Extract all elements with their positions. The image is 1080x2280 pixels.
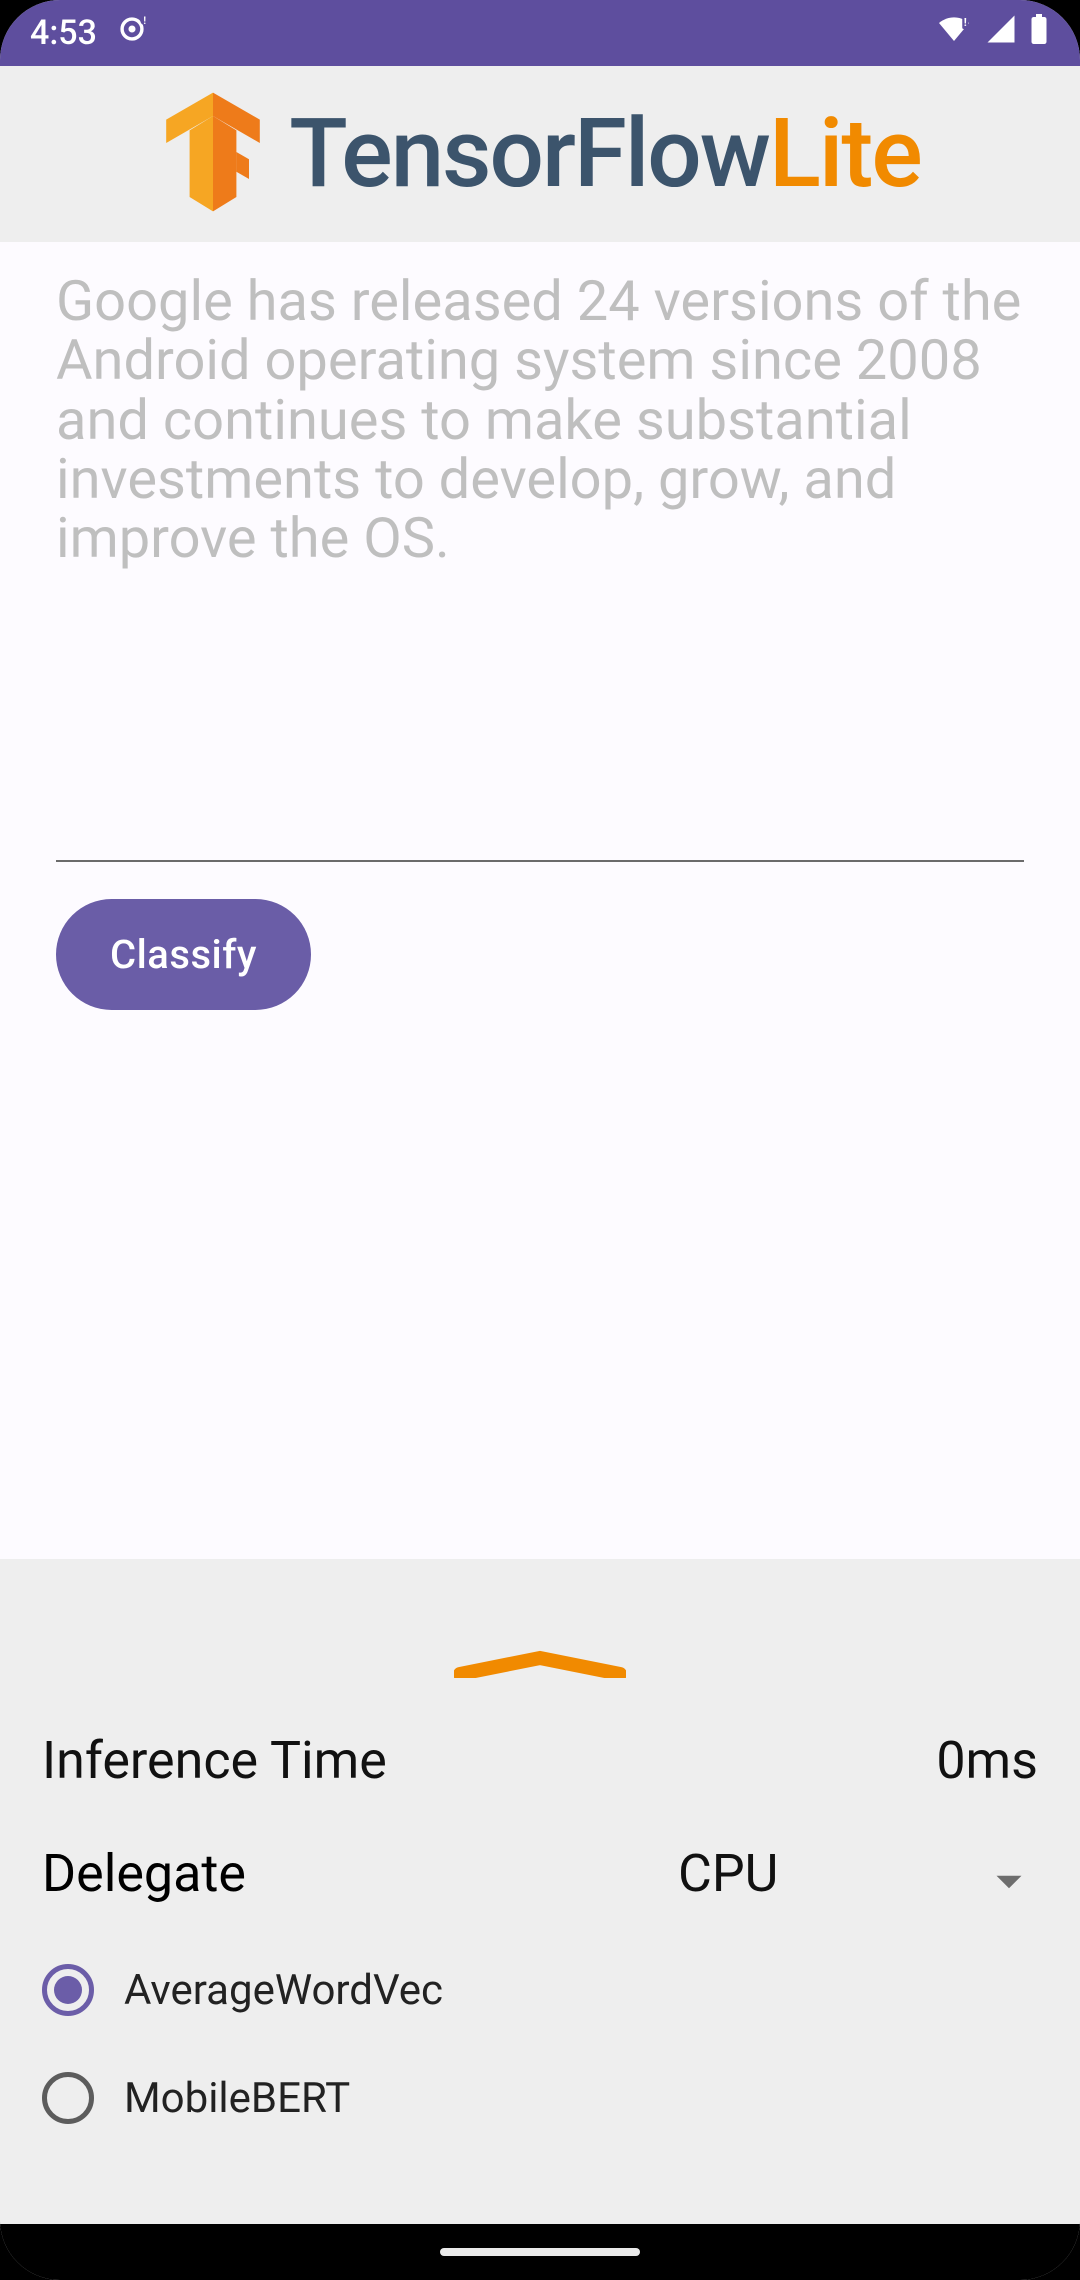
text-input-wrap <box>56 272 1024 866</box>
model-radio-group: AverageWordVec MobileBERT <box>42 1964 1038 2124</box>
dropdown-arrow-icon <box>994 1843 1024 1904</box>
logo-word-tensorflow: TensorFlow <box>289 98 769 210</box>
radio-label: AverageWordVec <box>124 1966 443 2015</box>
delegate-row: Delegate CPU <box>42 1843 1038 1904</box>
radio-selected-dot <box>54 1976 82 2004</box>
navigation-bar <box>0 2224 1080 2280</box>
logo-word-lite: Lite <box>769 98 921 210</box>
status-left: 4:53 ! <box>30 12 149 55</box>
svg-text:!: ! <box>964 16 967 29</box>
cellular-icon <box>984 13 1018 53</box>
chevron-up-icon <box>454 1650 626 1682</box>
inference-time-label: Inference Time <box>42 1730 387 1791</box>
svg-text:!: ! <box>143 15 146 26</box>
app-bar: TensorFlowLite <box>0 66 1080 242</box>
home-gesture-indicator[interactable] <box>440 2248 640 2256</box>
tensorflow-lite-logo: TensorFlowLite <box>159 88 920 220</box>
radio-label: MobileBERT <box>124 2074 350 2123</box>
status-bar: 4:53 ! ! <box>0 0 1080 66</box>
classification-text-input[interactable] <box>56 272 1024 862</box>
inference-time-row: Inference Time 0ms <box>42 1730 1038 1791</box>
inference-time-value: 0ms <box>936 1730 1038 1791</box>
delegate-selected-value: CPU <box>678 1843 778 1904</box>
main-content: Classify <box>0 242 1080 1559</box>
status-time: 4:53 <box>30 13 97 53</box>
battery-icon <box>1028 13 1050 53</box>
radio-averagewordvec[interactable]: AverageWordVec <box>42 1964 1038 2016</box>
device-frame: 4:53 ! ! <box>0 0 1080 2280</box>
location-off-icon: ! <box>115 12 149 55</box>
bottom-sheet[interactable]: Inference Time 0ms Delegate CPU AverageW… <box>0 1620 1080 2224</box>
wifi-icon: ! <box>934 13 974 53</box>
logo-text: TensorFlowLite <box>289 98 920 210</box>
tensorflow-mark-icon <box>159 88 267 220</box>
radio-button-icon <box>42 2072 94 2124</box>
radio-mobilebert[interactable]: MobileBERT <box>42 2072 1038 2124</box>
expand-handle[interactable] <box>42 1650 1038 1682</box>
delegate-label: Delegate <box>42 1843 246 1904</box>
delegate-dropdown[interactable]: CPU <box>678 1843 1038 1904</box>
classify-button[interactable]: Classify <box>56 899 311 1010</box>
radio-button-icon <box>42 1964 94 2016</box>
status-right: ! <box>934 13 1050 53</box>
